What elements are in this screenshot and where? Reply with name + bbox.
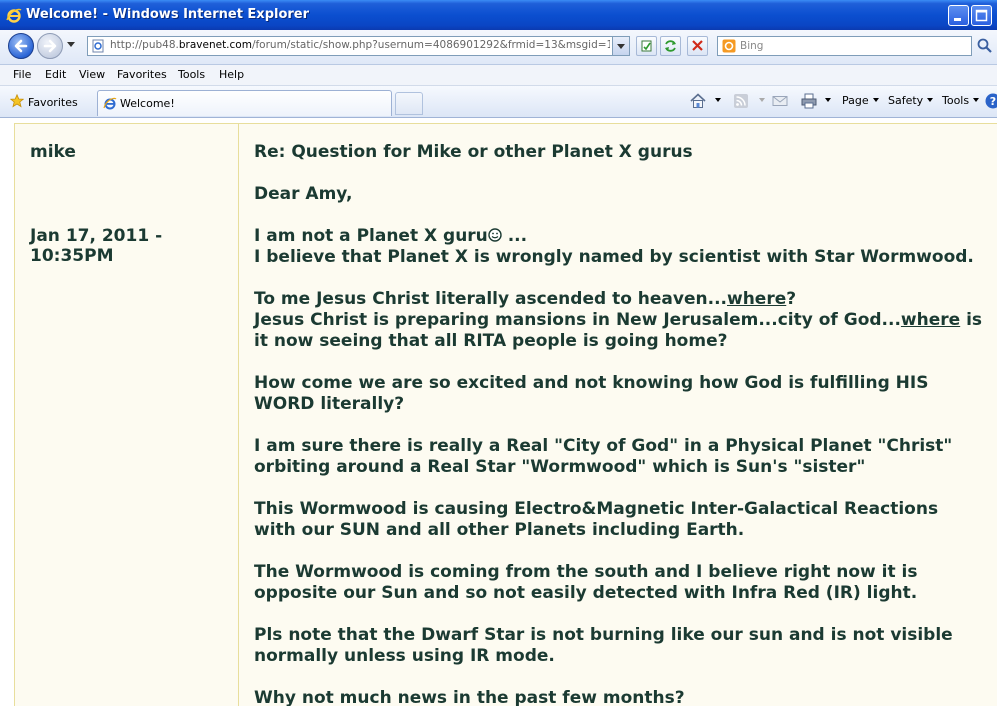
post-subject: Re: Question for Mike or other Planet X … <box>254 142 693 162</box>
help-icon[interactable]: ? <box>984 92 997 110</box>
tools-menu[interactable]: Tools <box>942 94 980 107</box>
post-paragraph: Why not much news in the past few months… <box>254 688 685 706</box>
forum-post: mike Jan 17, 2011 - 10:35PM Re: Question… <box>14 123 997 706</box>
svg-text:?: ? <box>990 95 996 108</box>
post-text: I am not a Planet X guru <box>254 226 488 246</box>
compatibility-icon <box>641 40 652 52</box>
minimize-button[interactable] <box>948 5 969 26</box>
menu-bar: File Edit View Favorites Tools Help <box>0 65 997 86</box>
home-dropdown[interactable] <box>711 94 721 107</box>
feeds-icon[interactable] <box>732 92 750 110</box>
underlined-word: where <box>900 310 961 330</box>
refresh-icon <box>665 40 676 52</box>
refresh-button[interactable] <box>660 36 681 56</box>
post-author: mike <box>30 142 76 162</box>
post-paragraph: The Wormwood is coming from the south an… <box>254 562 918 603</box>
tools-menu-label: Tools <box>942 94 970 107</box>
read-mail-icon[interactable] <box>771 92 789 110</box>
print-icon[interactable] <box>800 92 818 110</box>
feeds-dropdown[interactable] <box>755 94 765 107</box>
safety-menu[interactable]: Safety <box>888 94 934 107</box>
post-text: I believe that Planet X is wrongly named… <box>254 247 974 267</box>
menu-edit[interactable]: Edit <box>45 68 66 81</box>
page-content: mike Jan 17, 2011 - 10:35PM Re: Question… <box>0 118 997 706</box>
page-icon <box>92 39 104 53</box>
post-greeting: Dear Amy, <box>254 184 353 204</box>
page-menu[interactable]: Page <box>842 94 879 107</box>
post-paragraph: How come we are so excited and not knowi… <box>254 373 929 414</box>
post-date: Jan 17, 2011 - 10:35PM <box>30 226 163 266</box>
search-icon[interactable] <box>976 37 994 55</box>
maximize-button[interactable] <box>971 5 992 26</box>
tab-welcome[interactable]: Welcome! <box>97 90 392 116</box>
menu-view[interactable]: View <box>79 68 105 81</box>
window-title: Welcome! - Windows Internet Explorer <box>26 7 310 22</box>
post-paragraph: I am sure there is really a Real "City o… <box>254 436 953 477</box>
post-paragraph: Pls note that the Dwarf Star is not burn… <box>254 625 953 666</box>
stop-icon <box>692 40 703 51</box>
page-menu-label: Page <box>842 94 869 107</box>
search-placeholder: Bing <box>740 40 764 52</box>
maximize-icon <box>975 9 988 22</box>
menu-favorites[interactable]: Favorites <box>117 68 167 81</box>
url-domain: bravenet.com <box>178 39 252 51</box>
new-tab-button[interactable] <box>395 92 423 115</box>
post-text: ... <box>501 226 528 246</box>
minimize-icon <box>954 18 961 21</box>
print-dropdown[interactable] <box>821 94 831 107</box>
menu-file[interactable]: File <box>13 68 31 81</box>
menu-tools[interactable]: Tools <box>178 68 205 81</box>
star-icon <box>10 94 24 108</box>
url-prefix: http://pub48. <box>110 39 179 51</box>
safety-menu-label: Safety <box>888 94 924 107</box>
smiley-icon <box>488 228 502 242</box>
post-body: Re: Question for Mike or other Planet X … <box>254 142 984 706</box>
address-dropdown[interactable] <box>612 37 629 55</box>
menu-help[interactable]: Help <box>219 68 244 81</box>
post-text: To me Jesus Christ literally ascended to… <box>254 289 727 309</box>
address-url[interactable]: http://pub48.bravenet.com/forum/static/s… <box>110 39 610 51</box>
recent-pages-dropdown[interactable] <box>67 42 75 47</box>
back-arrow-icon <box>14 39 28 53</box>
stop-button[interactable] <box>687 36 708 56</box>
column-divider <box>238 124 239 706</box>
address-toolbar: http://pub48.bravenet.com/forum/static/s… <box>0 30 997 65</box>
search-box[interactable]: Bing <box>717 36 972 56</box>
bing-icon <box>722 39 736 53</box>
underlined-word: where <box>727 289 787 309</box>
forward-button[interactable] <box>37 33 63 59</box>
favorites-bar: Favorites Welcome! Page Safety Tools ? <box>0 86 997 118</box>
post-paragraph: To me Jesus Christ literally ascended to… <box>254 289 984 352</box>
url-path: /forum/static/show.php?usernum=408690129… <box>251 39 610 51</box>
ie-page-icon <box>103 97 117 110</box>
post-text: ? <box>786 289 797 309</box>
favorites-button[interactable]: Favorites <box>10 94 78 109</box>
home-icon[interactable] <box>689 92 707 110</box>
title-bar: Welcome! - Windows Internet Explorer <box>0 0 997 30</box>
tab-label: Welcome! <box>120 97 175 110</box>
post-paragraph: This Wormwood is causing Electro&Magneti… <box>254 499 939 540</box>
compatibility-view-button[interactable] <box>636 36 657 56</box>
post-text: Jesus Christ is preparing mansions in Ne… <box>254 310 901 330</box>
back-button[interactable] <box>8 33 34 59</box>
favorites-label: Favorites <box>28 96 78 109</box>
forward-arrow-icon <box>43 39 57 53</box>
ie-logo-icon <box>6 8 22 23</box>
address-bar[interactable]: http://pub48.bravenet.com/forum/static/s… <box>87 36 630 56</box>
post-paragraph: I am not a Planet X guru ... I believe t… <box>254 226 984 268</box>
